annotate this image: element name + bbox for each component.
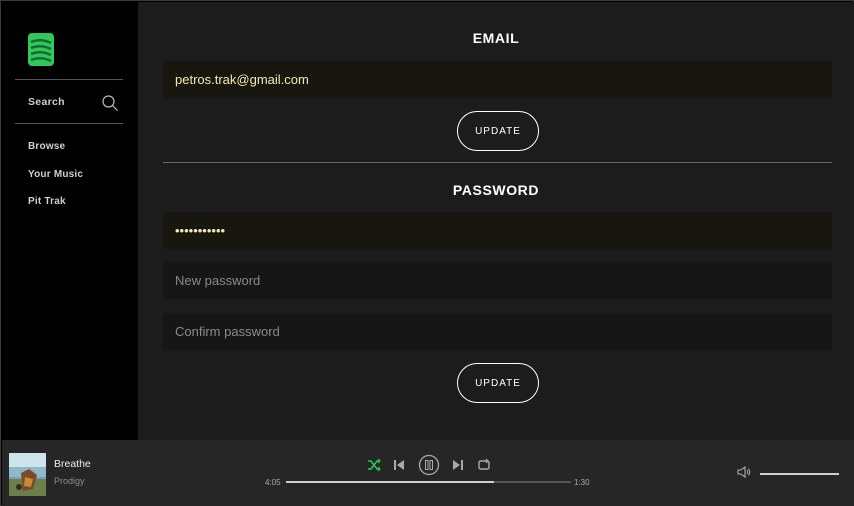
- search-label: Search: [28, 96, 65, 108]
- sidebar-item-browse[interactable]: Browse: [28, 139, 83, 167]
- player-bar: Breathe Prodigy 4:05 1:30: [2, 440, 854, 506]
- sidebar-nav: Browse Your Music Pit Trak: [28, 139, 83, 222]
- new-password-field[interactable]: [163, 262, 832, 299]
- album-cover[interactable]: [9, 453, 46, 496]
- confirm-password-field[interactable]: [163, 313, 832, 350]
- volume-slider[interactable]: [760, 473, 839, 475]
- remaining-time: 1:30: [574, 478, 590, 487]
- email-section-title: EMAIL: [472, 30, 520, 46]
- volume-fill: [760, 473, 839, 475]
- email-field[interactable]: [163, 61, 832, 98]
- update-email-button[interactable]: UPDATE: [457, 111, 539, 151]
- sidebar-item-your-music[interactable]: Your Music: [28, 167, 83, 195]
- sidebar: Search Browse Your Music Pit Trak: [2, 2, 138, 440]
- previous-icon[interactable]: [393, 458, 405, 472]
- sidebar-item-pit-trak[interactable]: Pit Trak: [28, 194, 83, 222]
- track-artist[interactable]: Prodigy: [54, 476, 85, 486]
- next-icon[interactable]: [452, 458, 464, 472]
- shuffle-icon[interactable]: [367, 458, 381, 472]
- search-input[interactable]: Search: [15, 90, 123, 116]
- progress-bar[interactable]: [286, 481, 571, 483]
- progress-fill: [286, 481, 495, 483]
- current-password-field[interactable]: [163, 212, 832, 249]
- password-section-title: PASSWORD: [452, 182, 540, 198]
- sidebar-divider-top: [15, 79, 123, 80]
- track-title[interactable]: Breathe: [54, 458, 91, 470]
- app-window: Search Browse Your Music Pit Trak EMAIL …: [0, 0, 854, 506]
- search-icon[interactable]: [101, 94, 119, 112]
- repeat-icon[interactable]: [477, 458, 491, 472]
- logo-icon[interactable]: [28, 33, 54, 66]
- volume-icon[interactable]: [737, 465, 751, 479]
- section-divider: [163, 162, 832, 163]
- account-settings-panel: EMAIL UPDATE PASSWORD UPDATE: [138, 2, 854, 440]
- update-password-button[interactable]: UPDATE: [457, 363, 539, 403]
- elapsed-time: 4:05: [265, 478, 281, 487]
- sidebar-divider-bottom: [15, 123, 123, 124]
- pause-icon[interactable]: [418, 454, 440, 476]
